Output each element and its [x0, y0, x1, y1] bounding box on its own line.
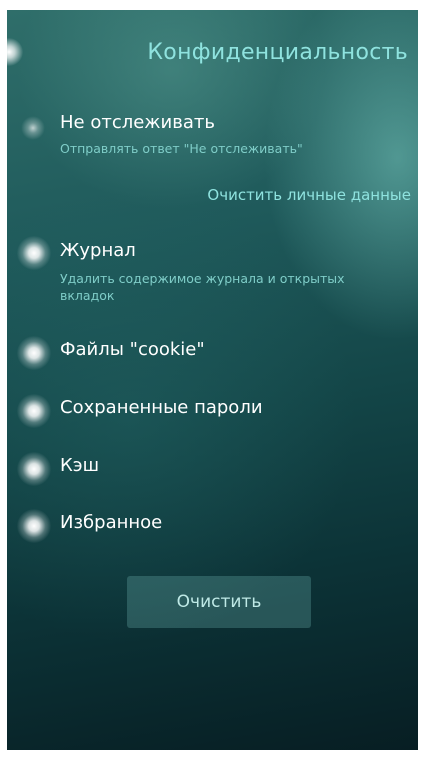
privacy-page: Конфиденциальность Не отслеживать Отправ… [7, 10, 418, 750]
saved-passwords-switch[interactable]: Сохраненные пароли [7, 393, 418, 433]
switch-indicator-icon [17, 336, 51, 370]
switch-indicator-icon [21, 116, 45, 140]
do-not-track-switch[interactable]: Не отслеживать Отправлять ответ "Не отсл… [7, 110, 418, 165]
cookies-label: Файлы "cookie" [60, 339, 205, 360]
switch-indicator-icon [17, 452, 51, 486]
switch-indicator-icon [17, 394, 51, 428]
saved-passwords-label: Сохраненные пароли [60, 397, 263, 418]
cache-switch[interactable]: Кэш [7, 451, 418, 491]
cookies-switch[interactable]: Файлы "cookie" [7, 335, 418, 375]
page-indicator-glow [7, 38, 23, 66]
history-description: Удалить содержимое журнала и открытых вк… [60, 271, 345, 303]
switch-indicator-icon [17, 236, 51, 270]
bookmarks-label: Избранное [60, 512, 163, 533]
do-not-track-description: Отправлять ответ "Не отслеживать" [60, 141, 303, 156]
clear-private-data-section-title: Очистить личные данные [207, 186, 411, 204]
clear-button[interactable]: Очистить [127, 576, 311, 628]
bookmarks-switch[interactable]: Избранное [7, 508, 418, 548]
page-title: Конфиденциальность [147, 40, 408, 65]
do-not-track-label: Не отслеживать [60, 112, 215, 133]
history-label: Журнал [60, 240, 136, 261]
switch-indicator-icon [17, 509, 51, 543]
history-switch[interactable]: Журнал Удалить содержимое журнала и откр… [7, 236, 418, 316]
cache-label: Кэш [60, 455, 100, 476]
